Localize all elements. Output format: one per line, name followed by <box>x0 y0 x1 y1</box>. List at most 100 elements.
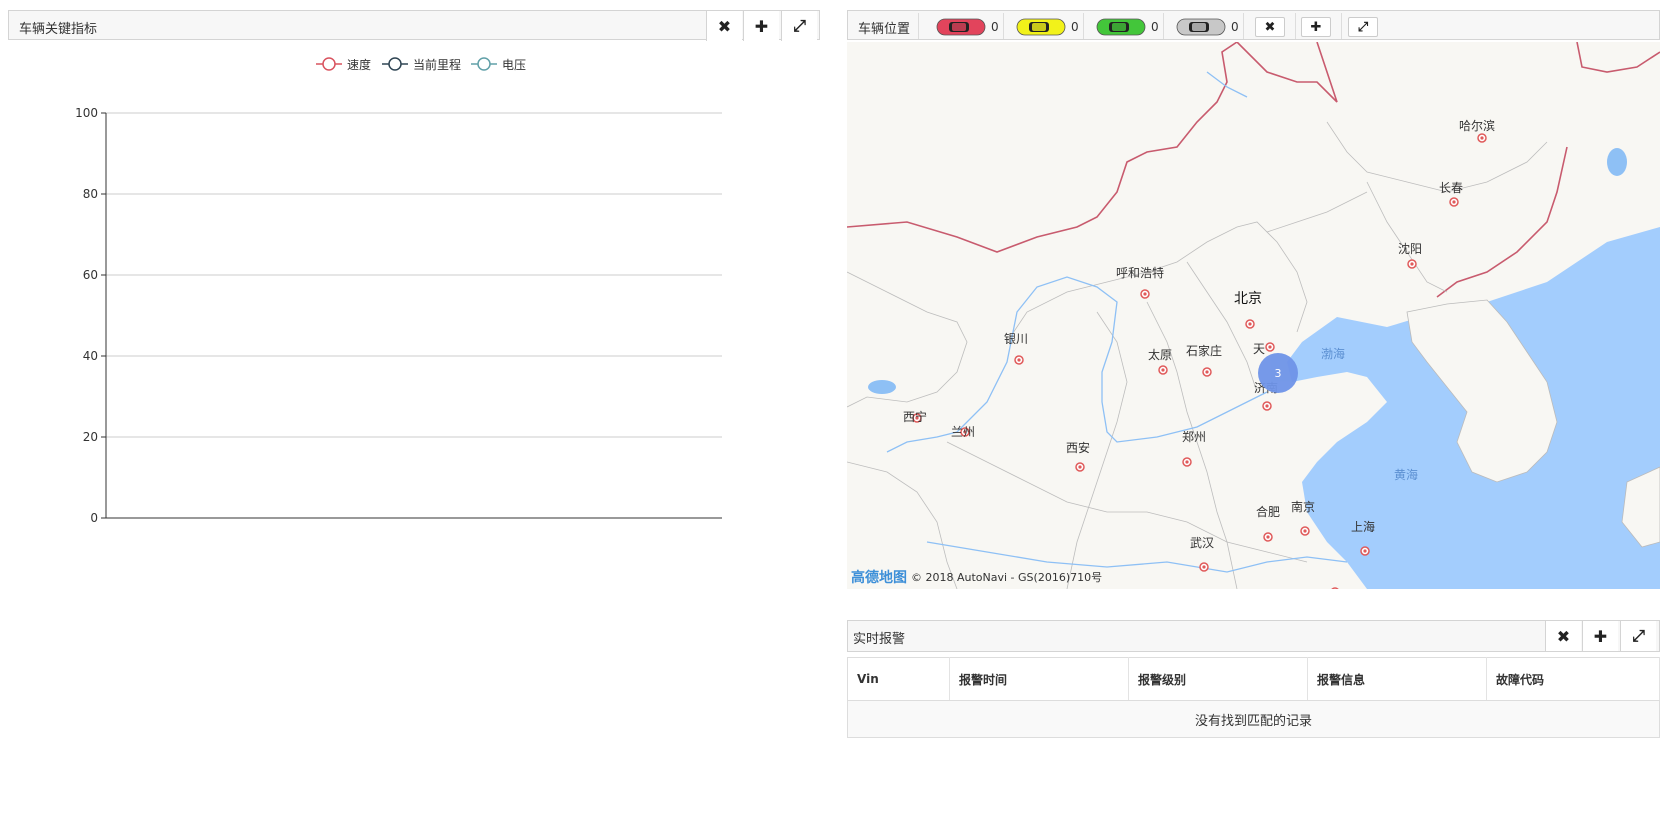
city-label: 沈阳 <box>1398 242 1423 256</box>
vehicle-metrics-title: 车辆关键指标 <box>19 22 98 37</box>
city-marker-dot <box>1268 345 1272 349</box>
city-marker-dot <box>1363 549 1367 553</box>
city-label: 银川 <box>1004 332 1029 346</box>
city-label: 太原 <box>1148 348 1173 362</box>
close-panel-button[interactable]: ✖ <box>1255 17 1285 37</box>
column-header-alarm-time[interactable]: 报警时间 <box>949 657 1129 701</box>
separator <box>1341 13 1342 39</box>
column-header-vin[interactable]: Vin <box>847 657 950 701</box>
realtime-alarm-panel-header: 实时报警 ✖ ✚ ⤢ <box>847 620 1660 652</box>
chart-legend[interactable]: 速度 当前里程 电压 <box>316 57 526 72</box>
close-icon: ✖ <box>1264 19 1276 35</box>
city-label: 长春 <box>1439 181 1464 195</box>
lake <box>868 380 896 394</box>
city-label: 上海 <box>1351 520 1376 534</box>
expand-panel-button[interactable]: ⤢ <box>1348 17 1378 37</box>
y-tick-label: 100 <box>75 106 98 120</box>
car-filter-gray[interactable]: 0 <box>1175 17 1239 37</box>
y-tick-label: 20 <box>83 430 98 444</box>
y-tick-label: 80 <box>83 187 98 201</box>
city-marker-dot <box>1202 565 1206 569</box>
expand-panel-button[interactable]: ⤢ <box>781 11 817 41</box>
y-axis-ticks: 0 20 40 60 80 100 <box>75 106 106 525</box>
car-green-icon <box>1096 18 1146 36</box>
separator <box>918 13 919 39</box>
car-filter-yellow[interactable]: 0 <box>1015 17 1079 37</box>
city-label: 石家庄 <box>1186 344 1223 358</box>
legend-label: 速度 <box>347 57 371 72</box>
add-panel-button[interactable]: ✚ <box>743 11 779 41</box>
city-label: 天 <box>1253 342 1266 356</box>
car-count-green: 0 <box>1151 20 1159 34</box>
city-label: 哈尔滨 <box>1459 119 1496 133</box>
expand-icon: ⤢ <box>1632 626 1645 645</box>
legend-item[interactable]: 电压 <box>471 57 526 72</box>
city-marker-dot <box>1452 200 1456 204</box>
chart-grid <box>106 112 722 438</box>
table-header-row: Vin 报警时间 报警级别 报警信息 故障代码 <box>847 657 1660 701</box>
city-marker-dot <box>1017 358 1021 362</box>
cluster-count: 3 <box>1274 366 1282 380</box>
city-marker-dot <box>1266 535 1270 539</box>
vehicle-map[interactable]: 哈尔滨 长春 沈阳 呼和浩特 北京 天 银川 太原 石家庄 济南 西宁 兰州 西… <box>847 42 1660 589</box>
separator <box>1243 13 1244 39</box>
legend-item[interactable]: 当前里程 <box>382 57 461 72</box>
city-label: 合肥 <box>1256 505 1281 519</box>
vehicle-location-panel-header: 车辆位置 0 0 0 0 ✖ ✚ ⤢ <box>847 10 1660 40</box>
city-marker-dot <box>1265 404 1269 408</box>
table-row: 没有找到匹配的记录 <box>847 700 1660 738</box>
legend-marker-icon <box>322 57 336 71</box>
national-border <box>847 42 1660 298</box>
car-gray-icon <box>1176 18 1226 36</box>
car-filter-green[interactable]: 0 <box>1095 17 1159 37</box>
expand-icon: ⤢ <box>1357 19 1369 35</box>
city-label: 武汉 <box>1190 536 1215 550</box>
map-copyright-text: © 2018 AutoNavi - GS(2016)710号 <box>911 571 1103 584</box>
city-label: 呼和浩特 <box>1116 266 1165 280</box>
vehicle-location-title: 车辆位置 <box>858 22 911 37</box>
car-count-yellow: 0 <box>1071 20 1079 34</box>
car-count-gray: 0 <box>1231 20 1239 34</box>
plus-icon: ✚ <box>1593 626 1608 646</box>
vehicle-metrics-chart: 速度 当前里程 电压 0 20 40 60 80 100 <box>75 57 722 525</box>
sea-label: 渤海 <box>1321 347 1346 361</box>
city-marker-icon <box>1331 587 1339 589</box>
city-marker-dot <box>1185 460 1189 464</box>
column-header-alarm-info[interactable]: 报警信息 <box>1307 657 1487 701</box>
map-attribution: 高德地图 © 2018 AutoNavi - GS(2016)710号 <box>851 567 1102 587</box>
column-header-alarm-level[interactable]: 报警级别 <box>1128 657 1308 701</box>
alarm-table: Vin 报警时间 报警级别 报警信息 故障代码 没有找到匹配的记录 <box>847 657 1660 738</box>
separator <box>1163 13 1164 39</box>
legend-marker-icon <box>477 57 491 71</box>
vehicle-cluster-marker[interactable]: 3 <box>1258 353 1298 393</box>
amap-logo[interactable]: 高德地图 <box>851 567 907 587</box>
y-tick-label: 60 <box>83 268 98 282</box>
realtime-alarm-title: 实时报警 <box>853 632 906 647</box>
legend-label: 当前里程 <box>413 57 461 72</box>
city-marker-dot <box>1143 292 1147 296</box>
plus-icon: ✚ <box>1310 19 1322 35</box>
city-marker-dot <box>1480 136 1484 140</box>
legend-item[interactable]: 速度 <box>316 57 371 72</box>
y-tick-label: 0 <box>90 511 98 525</box>
add-panel-button[interactable]: ✚ <box>1582 621 1618 651</box>
close-panel-button[interactable]: ✖ <box>1545 621 1581 651</box>
lake <box>1607 148 1627 176</box>
expand-icon: ⤢ <box>793 16 806 35</box>
close-panel-button[interactable]: ✖ <box>706 11 742 41</box>
car-yellow-icon <box>1016 18 1066 36</box>
close-icon: ✖ <box>717 16 732 36</box>
city-marker-dot <box>1248 322 1252 326</box>
car-red-icon <box>936 18 986 36</box>
city-marker-dot <box>1205 370 1209 374</box>
expand-panel-button[interactable]: ⤢ <box>1620 621 1656 651</box>
city-label: 兰州 <box>951 425 976 439</box>
y-tick-label: 40 <box>83 349 98 363</box>
car-filter-red[interactable]: 0 <box>935 17 999 37</box>
add-panel-button[interactable]: ✚ <box>1301 17 1331 37</box>
city-label: 西宁 <box>903 410 928 424</box>
column-header-fault-code[interactable]: 故障代码 <box>1486 657 1660 701</box>
city-marker-dot <box>1078 465 1082 469</box>
separator <box>1083 13 1084 39</box>
city-marker-dot <box>1410 262 1414 266</box>
